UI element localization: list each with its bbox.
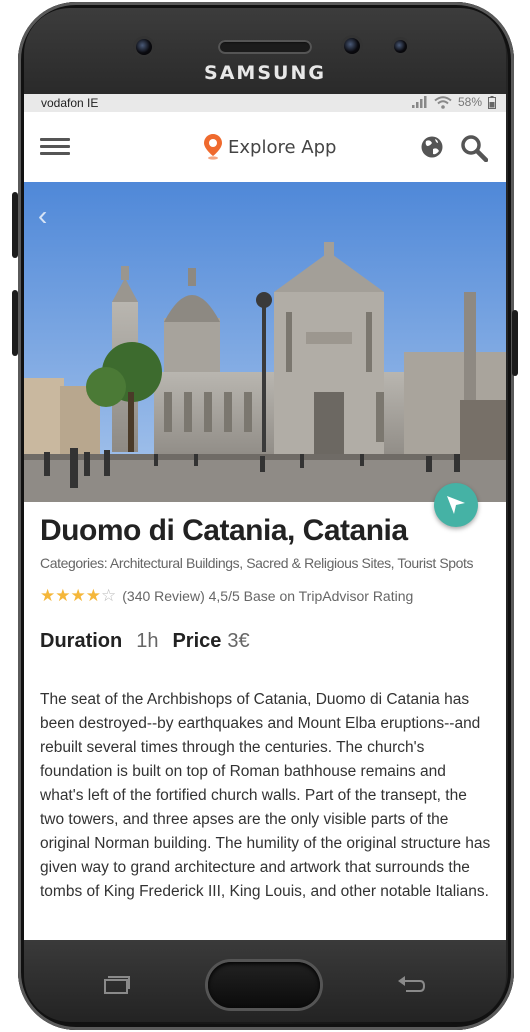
navigation-arrow-icon [447,496,465,514]
price-value: 3€ [227,630,250,652]
rating-row: ★ ★ ★ ★ ☆ (340 Review) 4,5/5 Base on Tri… [40,587,413,604]
front-sensor-icon [136,39,152,55]
star-rating: ★ ★ ★ ★ ☆ [40,587,116,604]
duration-price-row: Duration 1h Price 3€ [40,630,250,653]
earpiece-speaker [218,40,312,54]
signal-icon [411,96,427,108]
brand-logo: SAMSUNG [204,62,326,84]
status-icons: 58% [411,95,496,109]
star-icon: ★ [40,586,56,605]
back-icon[interactable] [396,975,426,995]
recent-apps-icon[interactable] [101,975,131,995]
place-title: Duomo di Catania, Catania [40,514,408,547]
rating-text: (340 Review) 4,5/5 Base on TripAdvisor R… [122,587,414,604]
map-pin-icon [204,134,222,160]
price-label: Price [172,630,222,652]
battery-icon [488,95,496,109]
app-bar: Explore App [24,112,506,182]
menu-icon[interactable] [40,138,70,156]
star-icon: ★ [55,586,71,605]
battery-percent: 58% [457,95,482,109]
search-icon[interactable] [460,134,488,162]
cathedral-illustration [24,182,506,502]
wifi-icon [434,95,452,109]
duration-label: Duration [40,630,123,652]
screen: vodafon IE 58% Explore App ‹ Duomo di Ca… [24,94,506,940]
place-categories: Categories: Architectural Buildings, Sac… [40,555,474,571]
front-camera-icon [344,38,360,54]
navigate-button[interactable] [434,483,478,527]
volume-down-button[interactable] [12,290,18,356]
star-icon: ★ [70,586,86,605]
home-button[interactable] [208,962,320,1008]
app-title-text: Explore App [228,136,337,158]
carrier-name: vodafon IE [41,96,99,110]
power-button[interactable] [512,310,518,376]
app-title: Explore App [204,134,336,160]
chevron-left-icon[interactable]: ‹ [38,200,47,232]
star-icon: ★ [85,586,101,605]
duration-value: 1h [136,630,159,652]
globe-icon[interactable] [420,134,444,160]
star-outline-icon: ☆ [101,586,117,605]
status-bar: vodafon IE 58% [24,94,506,112]
place-description: The seat of the Archbishops of Catania, … [40,691,491,900]
iris-sensor-icon [394,40,407,53]
volume-up-button[interactable] [12,192,18,258]
hero-photo: ‹ [24,182,506,502]
